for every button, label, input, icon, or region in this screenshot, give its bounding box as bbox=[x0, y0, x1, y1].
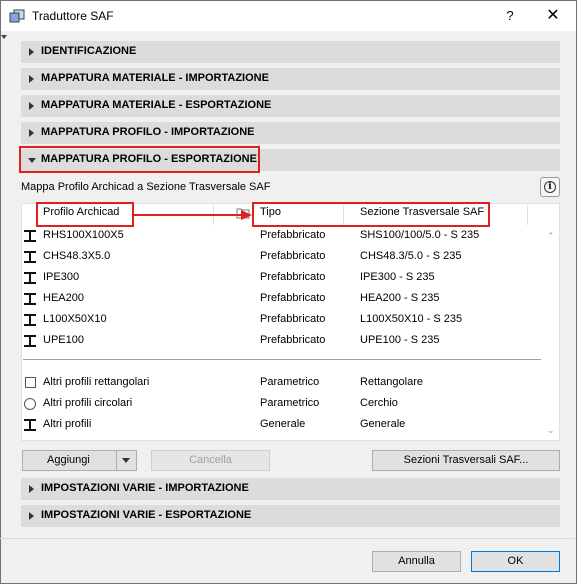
i-beam-icon bbox=[24, 251, 36, 263]
cell-profile: UPE100 bbox=[43, 334, 84, 346]
section-label: IMPOSTAZIONI VARIE - ESPORTAZIONE bbox=[41, 509, 252, 521]
cell-section: IPE300 - S 235 bbox=[360, 271, 435, 283]
cell-type: Prefabbricato bbox=[260, 229, 326, 241]
close-button[interactable]: ✕ bbox=[542, 5, 564, 27]
section-mappatura-materiale-esportazione[interactable]: MAPPATURA MATERIALE - ESPORTAZIONE bbox=[21, 95, 560, 117]
cell-profile: L100X50X10 bbox=[43, 313, 107, 325]
add-button-label: Aggiungi bbox=[47, 454, 90, 466]
table-row[interactable]: IPE300 Prefabbricato IPE300 - S 235 bbox=[22, 268, 542, 288]
info-button[interactable]: i bbox=[540, 177, 560, 197]
column-separator bbox=[527, 205, 528, 225]
help-button[interactable]: ? bbox=[499, 5, 521, 27]
cell-section: UPE100 - S 235 bbox=[360, 334, 440, 346]
i-beam-icon bbox=[24, 272, 36, 284]
table-row[interactable]: UPE100 Prefabbricato UPE100 - S 235 bbox=[22, 331, 542, 351]
expand-arrow-icon bbox=[29, 512, 34, 520]
section-label: MAPPATURA PROFILO - IMPORTAZIONE bbox=[41, 126, 255, 138]
delete-button[interactable]: Cancella bbox=[151, 450, 270, 471]
window-title: Traduttore SAF bbox=[32, 9, 114, 23]
cell-type: Prefabbricato bbox=[260, 271, 326, 283]
section-label: MAPPATURA MATERIALE - ESPORTAZIONE bbox=[41, 99, 272, 111]
highlight-section-box bbox=[19, 146, 260, 173]
cancel-button-label: Annulla bbox=[398, 555, 435, 567]
table-row[interactable]: RHS100X100X5 Prefabbricato SHS100/100/5.… bbox=[22, 226, 542, 246]
section-identificazione[interactable]: IDENTIFICAZIONE bbox=[21, 41, 560, 63]
section-label: IMPOSTAZIONI VARIE - IMPORTAZIONE bbox=[41, 482, 249, 494]
scroll-down-icon[interactable]: ⌄ bbox=[547, 425, 555, 436]
cell-section: Cerchio bbox=[360, 397, 398, 409]
cell-type: Parametrico bbox=[260, 376, 320, 388]
expand-arrow-icon bbox=[29, 102, 34, 110]
red-arrow bbox=[133, 210, 252, 220]
cell-type: Prefabbricato bbox=[260, 292, 326, 304]
split-divider bbox=[116, 450, 117, 471]
cell-section: CHS48.3/5.0 - S 235 bbox=[360, 250, 462, 262]
cell-profile: Altri profili circolari bbox=[43, 397, 133, 409]
panel-description: Mappa Profilo Archicad a Sezione Trasver… bbox=[21, 181, 271, 193]
section-mappatura-materiale-importazione[interactable]: MAPPATURA MATERIALE - IMPORTAZIONE bbox=[21, 68, 560, 90]
table-row[interactable]: Altri profili rettangolari Parametrico R… bbox=[22, 373, 542, 393]
cell-profile: IPE300 bbox=[43, 271, 80, 283]
cell-section: SHS100/100/5.0 - S 235 bbox=[360, 229, 480, 241]
expand-arrow-icon bbox=[29, 75, 34, 83]
cell-profile: CHS48.3X5.0 bbox=[43, 250, 111, 262]
highlight-profilo-box bbox=[36, 202, 134, 227]
cell-section: L100X50X10 - S 235 bbox=[360, 313, 463, 325]
ok-button-label: OK bbox=[507, 555, 524, 567]
cell-profile: Altri profili rettangolari bbox=[43, 376, 150, 388]
collapse-marker-icon bbox=[1, 35, 7, 39]
section-impostazioni-varie-importazione[interactable]: IMPOSTAZIONI VARIE - IMPORTAZIONE bbox=[21, 478, 560, 500]
section-label: MAPPATURA MATERIALE - IMPORTAZIONE bbox=[41, 72, 269, 84]
highlight-tipo-sezione-box bbox=[252, 202, 490, 227]
i-beam-icon bbox=[24, 230, 36, 242]
expand-arrow-icon bbox=[29, 485, 34, 493]
rectangle-icon bbox=[24, 377, 36, 389]
cell-type: Prefabbricato bbox=[260, 313, 326, 325]
delete-button-label: Cancella bbox=[189, 454, 232, 466]
section-mappatura-profilo-importazione[interactable]: MAPPATURA PROFILO - IMPORTAZIONE bbox=[21, 122, 560, 144]
section-label: IDENTIFICAZIONE bbox=[41, 45, 137, 57]
info-icon: i bbox=[544, 181, 556, 193]
section-impostazioni-varie-esportazione[interactable]: IMPOSTAZIONI VARIE - ESPORTAZIONE bbox=[21, 505, 560, 527]
table-row[interactable]: Altri profili circolari Parametrico Cerc… bbox=[22, 394, 542, 414]
cell-type: Prefabbricato bbox=[260, 334, 326, 346]
table-row[interactable]: HEA200 Prefabbricato HEA200 - S 235 bbox=[22, 289, 542, 309]
saf-sections-button[interactable]: Sezioni Trasversali SAF... bbox=[372, 450, 560, 471]
i-beam-icon bbox=[24, 314, 36, 326]
i-beam-icon bbox=[24, 419, 36, 431]
cell-type: Parametrico bbox=[260, 397, 320, 409]
i-beam-icon bbox=[24, 335, 36, 347]
saf-sections-button-label: Sezioni Trasversali SAF... bbox=[403, 454, 529, 466]
cell-profile: Altri profili bbox=[43, 418, 92, 430]
expand-arrow-icon bbox=[29, 129, 34, 137]
expand-arrow-icon bbox=[29, 48, 34, 56]
cell-section: HEA200 - S 235 bbox=[360, 292, 440, 304]
chevron-down-icon[interactable] bbox=[122, 458, 130, 463]
cancel-button[interactable]: Annulla bbox=[372, 551, 461, 572]
title-bar: Traduttore SAF ? ✕ bbox=[1, 1, 576, 31]
table-row[interactable]: Altri profili Generale Generale bbox=[22, 415, 542, 435]
ok-button[interactable]: OK bbox=[471, 551, 560, 572]
i-beam-icon bbox=[24, 293, 36, 305]
cell-profile: RHS100X100X5 bbox=[43, 229, 124, 241]
cell-profile: HEA200 bbox=[43, 292, 84, 304]
scroll-up-icon[interactable]: ⌃ bbox=[547, 231, 555, 242]
list-divider bbox=[23, 359, 541, 360]
cell-type: Generale bbox=[260, 418, 306, 430]
app-icon bbox=[9, 9, 25, 23]
table-row[interactable]: CHS48.3X5.0 Prefabbricato CHS48.3/5.0 - … bbox=[22, 247, 542, 267]
table-row[interactable]: L100X50X10 Prefabbricato L100X50X10 - S … bbox=[22, 310, 542, 330]
cell-section: Generale bbox=[360, 418, 406, 430]
add-button[interactable]: Aggiungi bbox=[22, 450, 137, 471]
circle-icon bbox=[24, 398, 36, 410]
cell-section: Rettangolare bbox=[360, 376, 423, 388]
footer-separator bbox=[0, 538, 575, 539]
cell-type: Prefabbricato bbox=[260, 250, 326, 262]
